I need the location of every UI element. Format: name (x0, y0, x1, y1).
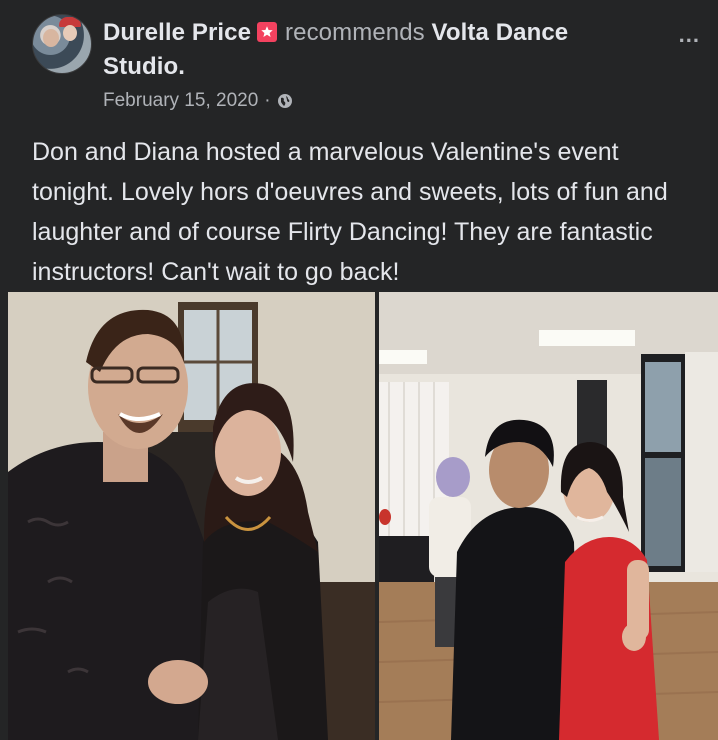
meta-separator: · (264, 90, 271, 111)
page-name-line1: Volta Dance (431, 19, 569, 46)
recommends-verb: recommends (285, 19, 425, 46)
post-photo-left[interactable] (8, 292, 375, 740)
author-avatar[interactable] (32, 14, 92, 74)
more-options-icon[interactable]: ... (679, 22, 700, 48)
avatar-face-right (63, 25, 77, 41)
photo-couple-left (8, 292, 375, 740)
post-body: Don and Diana hosted a marvelous Valenti… (32, 138, 668, 286)
author-name[interactable]: Durelle Price (103, 19, 251, 46)
recommendation-post: Durelle Price recommends Volta Dance Studi… (0, 0, 718, 740)
globe-icon[interactable] (277, 93, 293, 109)
avatar-face-left (43, 29, 59, 47)
post-meta: February 15, 2020 · (103, 90, 293, 112)
photo-couple-right (379, 292, 718, 740)
page-name-line2: Studio. (103, 53, 186, 80)
post-date[interactable]: February 15, 2020 (103, 90, 258, 112)
post-header: Durelle Price recommends Volta Dance Studi… (103, 16, 648, 84)
post-photo-right[interactable] (379, 292, 718, 740)
recommend-badge-icon (257, 22, 278, 42)
